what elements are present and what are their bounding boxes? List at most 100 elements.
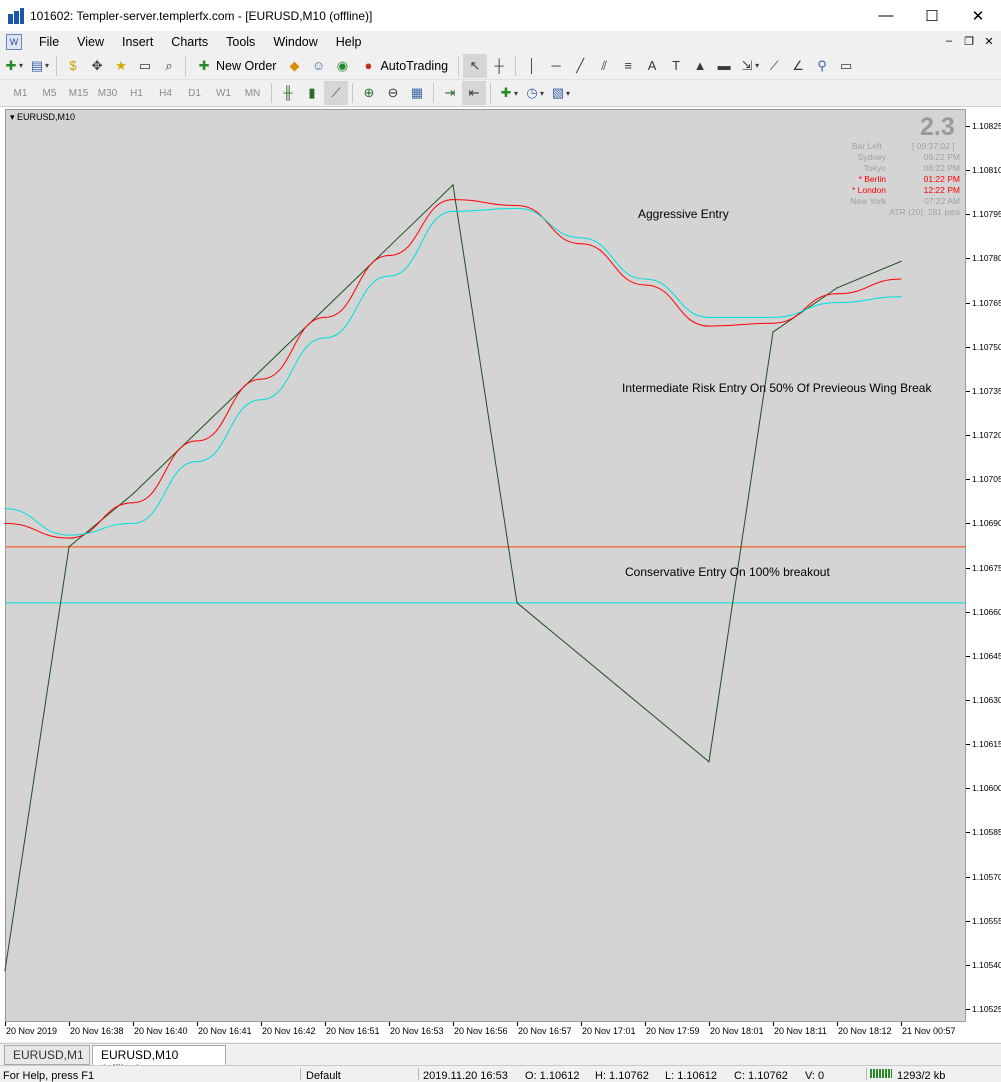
equidistant-channel-button[interactable]: ⫽ bbox=[592, 54, 616, 78]
menu-window[interactable]: Window bbox=[264, 35, 326, 49]
triangle-button[interactable]: ▲ bbox=[688, 54, 712, 78]
time-label: 20 Nov 18:01 bbox=[710, 1026, 764, 1036]
fibonacci-button[interactable]: ≡ bbox=[616, 54, 640, 78]
bar-chart-button[interactable]: ╫ bbox=[276, 81, 300, 105]
status-close: C: 1.10762 bbox=[734, 1070, 788, 1082]
search-button[interactable]: ⚲ bbox=[810, 54, 834, 78]
price-tick bbox=[966, 876, 970, 878]
toolbar-more-button[interactable]: ▭ bbox=[834, 54, 858, 78]
periods-button[interactable]: ◷ ▾ bbox=[521, 81, 547, 105]
price-label: 1.10795 bbox=[972, 209, 1001, 220]
market-button[interactable]: ◉ bbox=[330, 54, 354, 78]
price-tick bbox=[966, 1009, 970, 1010]
templates-button[interactable]: ▧ ▾ bbox=[547, 81, 573, 105]
cursor-button[interactable]: ↖ bbox=[463, 53, 488, 78]
tab-eurusd-m10[interactable]: EURUSD,M10 (offline) bbox=[92, 1045, 226, 1076]
minimize-button[interactable]: — bbox=[863, 0, 909, 31]
trendline-button[interactable]: ╱ bbox=[568, 54, 592, 78]
tf-m5[interactable]: M5 bbox=[35, 88, 64, 99]
vertical-line-icon: │ bbox=[528, 57, 537, 73]
zoom-in-button[interactable]: ⊕ bbox=[357, 81, 381, 105]
new-order-button[interactable]: ✚ New Order bbox=[190, 54, 282, 78]
signals-icon: ☺ bbox=[311, 57, 326, 73]
tf-m15[interactable]: M15 bbox=[64, 88, 93, 99]
signals-button[interactable]: ☺ bbox=[306, 54, 330, 78]
menu-file[interactable]: File bbox=[30, 35, 68, 49]
atr-readout: ATR (20): 281 pips bbox=[889, 207, 960, 217]
toolbar-separator bbox=[352, 83, 353, 103]
time-label: 20 Nov 16:53 bbox=[390, 1026, 444, 1036]
menu-help[interactable]: Help bbox=[327, 35, 371, 49]
tf-m1[interactable]: M1 bbox=[6, 88, 35, 99]
radio-icon: ◉ bbox=[336, 57, 349, 73]
time-label: 20 Nov 17:59 bbox=[646, 1026, 700, 1036]
price-tick bbox=[966, 346, 970, 348]
fibo-fan-button[interactable]: ∠ bbox=[786, 54, 810, 78]
time-label: 20 Nov 17:01 bbox=[582, 1026, 636, 1036]
terminal-button[interactable]: ▭ bbox=[133, 54, 157, 78]
autotrading-button[interactable]: ● AutoTrading bbox=[354, 54, 454, 78]
zoom-out-button[interactable]: ⊖ bbox=[381, 81, 405, 105]
autotrading-label: AutoTrading bbox=[380, 58, 449, 73]
crosshair-button[interactable]: ┼ bbox=[487, 54, 511, 78]
text-button[interactable]: A bbox=[640, 54, 664, 78]
price-label: 1.10765 bbox=[972, 297, 1001, 308]
strategy-tester-button[interactable]: ⌕ bbox=[157, 54, 181, 78]
tf-h4[interactable]: H4 bbox=[151, 88, 180, 99]
connection-bars-icon bbox=[870, 1069, 892, 1078]
mdi-minimize-icon[interactable]: – bbox=[941, 35, 957, 48]
tf-d1[interactable]: D1 bbox=[180, 88, 209, 99]
navigator-button[interactable]: ★ bbox=[109, 54, 133, 78]
gann-fan-button[interactable]: ⟋ bbox=[762, 54, 786, 78]
profiles-button[interactable]: ▤ ▾ bbox=[26, 54, 52, 78]
candlestick-button[interactable]: ▮ bbox=[300, 81, 324, 105]
menu-tools[interactable]: Tools bbox=[217, 35, 264, 49]
rectangle-button[interactable]: ▬ bbox=[712, 54, 736, 78]
tf-h1[interactable]: H1 bbox=[122, 88, 151, 99]
price-label: 1.10705 bbox=[972, 474, 1001, 485]
horizontal-line-button[interactable]: ─ bbox=[544, 54, 568, 78]
status-datetime: 2019.11.20 16:53 bbox=[423, 1070, 508, 1082]
auto-scroll-button[interactable]: ⇥ bbox=[438, 81, 462, 105]
tab-eurusd-m1[interactable]: EURUSD,M1 bbox=[4, 1045, 90, 1065]
conservative-entry-label: Conservative Entry On 100% breakout bbox=[625, 565, 830, 579]
new-chart-button[interactable]: ✚ ▾ bbox=[0, 54, 26, 78]
trendline-icon: ╱ bbox=[576, 57, 585, 73]
indicators-button[interactable]: ✚ ▾ bbox=[495, 81, 521, 105]
vertical-line-button[interactable]: │ bbox=[520, 54, 544, 78]
candlestick-icon: ▮ bbox=[308, 85, 316, 100]
mdi-close-icon[interactable]: ✕ bbox=[981, 35, 997, 48]
menu-view[interactable]: View bbox=[68, 35, 113, 49]
clock-city: New York bbox=[850, 196, 886, 206]
price-label: 1.10735 bbox=[972, 385, 1001, 396]
tf-m30[interactable]: M30 bbox=[93, 88, 122, 99]
status-divider bbox=[418, 1068, 419, 1080]
tf-mn[interactable]: MN bbox=[238, 88, 267, 99]
status-volume: V: 0 bbox=[805, 1070, 825, 1082]
line-chart-button[interactable]: ⟋ bbox=[324, 81, 348, 105]
tile-windows-button[interactable]: ▦ bbox=[405, 81, 429, 105]
chart-window-icon[interactable]: W bbox=[6, 33, 22, 50]
data-window-button[interactable]: ✥ bbox=[85, 54, 109, 78]
chart-shift-button[interactable]: ⇤ bbox=[462, 81, 486, 105]
toolbar-separator bbox=[490, 83, 491, 103]
arrows-button[interactable]: ⇲ ▾ bbox=[736, 54, 762, 78]
market-watch-button[interactable]: $ bbox=[61, 54, 85, 78]
new-order-label: New Order bbox=[216, 58, 277, 73]
autotrading-icon: ● bbox=[364, 57, 373, 73]
clock-city: * Berlin bbox=[858, 174, 886, 184]
price-label: 1.10585 bbox=[972, 827, 1001, 838]
tf-w1[interactable]: W1 bbox=[209, 88, 238, 99]
horizontal-line-icon: ─ bbox=[551, 57, 561, 73]
menu-insert[interactable]: Insert bbox=[113, 35, 162, 49]
clock-time: 01:22 PM bbox=[923, 174, 960, 184]
mdi-restore-icon[interactable]: ❐ bbox=[961, 35, 977, 48]
text-label-button[interactable]: T bbox=[664, 54, 688, 78]
toolbar-separator bbox=[185, 55, 187, 76]
clock-time: 08:22 PM bbox=[923, 163, 960, 173]
maximize-button[interactable]: ☐ bbox=[909, 0, 955, 31]
metaeditor-button[interactable]: ◆ bbox=[282, 54, 306, 78]
close-button[interactable]: ✕ bbox=[955, 0, 1001, 31]
menu-charts[interactable]: Charts bbox=[162, 35, 217, 49]
toolbar-separator bbox=[56, 55, 58, 76]
